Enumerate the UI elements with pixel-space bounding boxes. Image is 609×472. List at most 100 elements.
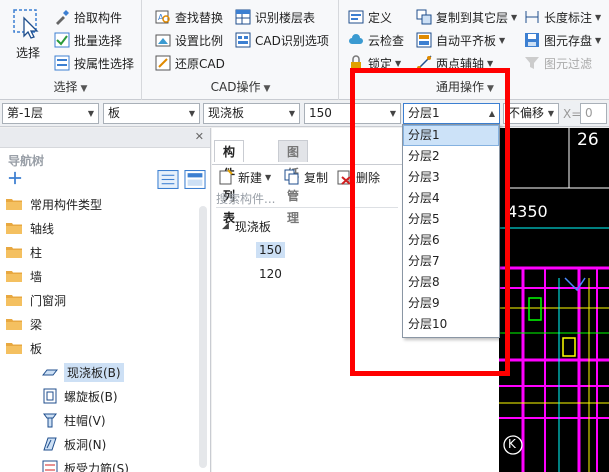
select-button[interactable]: 选择 [6, 6, 50, 72]
two-point-axis-button[interactable]: 两点辅轴 ▼ [416, 52, 493, 74]
nav-item[interactable]: 梁 [0, 312, 196, 336]
tab-drawing-management[interactable]: 图纸管理 [278, 140, 309, 225]
axis-icon [416, 55, 432, 71]
component-tree: ◢ 现浇板 150 120 [222, 214, 285, 286]
component-type-select[interactable]: 板 ▼ [103, 103, 200, 124]
nav-item[interactable]: 常用构件类型 [0, 192, 196, 216]
copy-to-other-layer-label: 复制到其它层 [436, 10, 509, 25]
folder-icon [6, 223, 22, 234]
lock-button[interactable]: 锁定 ▼ [348, 52, 401, 74]
tree-node-120[interactable]: 120 [222, 262, 285, 286]
layer-option[interactable]: 分层6 [403, 230, 499, 251]
tree-node-120-label: 120 [259, 267, 282, 281]
new-component-button[interactable]: 新建 ▼ [218, 166, 271, 188]
nav-sub-item[interactable]: 板洞(N) [0, 432, 196, 456]
restore-cad-button[interactable]: 还原CAD [155, 52, 225, 74]
folder-icon [6, 319, 22, 330]
layer-option[interactable]: 分层2 [403, 146, 499, 167]
chevron-down-icon: ▼ [389, 109, 396, 118]
floor-select[interactable]: 第-1层 ▼ [2, 103, 99, 124]
property-select-icon [54, 55, 70, 71]
chevron-down-icon: ▼ [487, 84, 494, 94]
nav-sub-item[interactable]: 螺旋板(B) [0, 384, 196, 408]
chevron-down-icon: ▼ [288, 109, 295, 118]
nav-sub-item[interactable]: 板受力筋(S) [0, 456, 196, 472]
nav-item-label: 柱 [30, 245, 43, 260]
element-filter-button[interactable]: 图元过滤 [524, 52, 592, 74]
element-save-button[interactable]: 图元存盘 ▼ [524, 29, 601, 51]
ribbon-group-cad: A 查找替换 设置比例 还原CAD 识别楼层表 CAD识别选项 CAD操作 ▼ [143, 0, 339, 100]
copy-icon [284, 169, 299, 185]
cad-options-icon [235, 32, 251, 48]
layer-option[interactable]: 分层9 [403, 293, 499, 314]
layer-option[interactable]: 分层5 [403, 209, 499, 230]
x-coordinate-input[interactable]: 0 [580, 103, 607, 124]
length-dimension-button[interactable]: 长度标注 ▼ [524, 6, 601, 28]
tree-node-150[interactable]: 150 [222, 238, 285, 262]
layer-option[interactable]: 分层4 [403, 188, 499, 209]
cloud-check-button[interactable]: 云检查 [348, 29, 404, 51]
nav-sub-item[interactable]: 柱帽(V) [0, 408, 196, 432]
folder-icon [6, 295, 22, 306]
auto-align-slab-label: 自动平齐板 [436, 33, 497, 48]
layer-option[interactable]: 分层3 [403, 167, 499, 188]
layer-option[interactable]: 分层7 [403, 251, 499, 272]
add-icon[interactable] [8, 171, 22, 185]
nav-item-label: 板 [30, 341, 43, 356]
nav-item[interactable]: 门窗洞 [0, 288, 196, 312]
chevron-up-icon: ▲ [488, 109, 495, 118]
pick-component-button[interactable]: 拾取构件 [54, 6, 122, 28]
nav-scrollbar[interactable] [199, 206, 207, 468]
batch-select-button[interactable]: 批量选择 [54, 29, 122, 51]
select-button-label: 选择 [15, 46, 40, 60]
set-scale-button[interactable]: 设置比例 [155, 29, 223, 51]
chevron-down-icon: ▼ [499, 35, 506, 45]
cad-identify-options-button[interactable]: CAD识别选项 [235, 29, 329, 51]
component-search-input[interactable]: 搜索构件... [216, 190, 398, 208]
layer-select[interactable]: 分层1 ▲ [403, 103, 500, 124]
identify-floor-table-button[interactable]: 识别楼层表 [235, 6, 315, 28]
select-by-property-button[interactable]: 按属性选择 [54, 52, 134, 74]
tab-component-list[interactable]: 构件列表 [214, 140, 245, 225]
nav-item[interactable]: 柱 [0, 240, 196, 264]
panel-view-icon[interactable] [184, 170, 206, 189]
nav-item-label: 门窗洞 [30, 293, 67, 308]
navigation-toolbar [0, 168, 210, 192]
nav-item[interactable]: 轴线 [0, 216, 196, 240]
component-name-select[interactable]: 150 ▼ [304, 103, 401, 124]
nav-sub-item-label: 螺旋板(B) [64, 389, 118, 404]
nav-sub-item[interactable]: 现浇板(B) [0, 360, 196, 384]
cursor-icon [13, 9, 39, 39]
collapse-triangle-icon[interactable]: ◢ [222, 221, 229, 231]
nav-item-label: 常用构件类型 [30, 197, 103, 212]
chevron-down-icon: ▼ [265, 172, 272, 182]
copy-component-button[interactable]: 复制 [284, 166, 328, 188]
component-subtype-select[interactable]: 现浇板 ▼ [203, 103, 300, 124]
layer-option[interactable]: 分层10 [403, 314, 499, 335]
nav-item[interactable]: 墙 [0, 264, 196, 288]
find-replace-button[interactable]: A 查找替换 [155, 6, 223, 28]
nav-sub-item-label: 柱帽(V) [64, 413, 106, 428]
nav-item[interactable]: 板 [0, 336, 196, 360]
selector-toolbar: 第-1层 ▼ 板 ▼ 现浇板 ▼ 150 ▼ 分层1 ▲ 不偏移 ▼ X= 0 [0, 101, 609, 127]
offset-select[interactable]: 不偏移 ▼ [503, 103, 559, 124]
close-icon[interactable]: ✕ [195, 130, 204, 143]
new-component-label: 新建 [238, 170, 263, 185]
delete-component-button[interactable]: 删除 [336, 166, 380, 188]
chevron-down-icon: ▼ [188, 109, 195, 118]
layer-option[interactable]: 分层1 [403, 125, 499, 146]
chevron-down-icon: ▼ [547, 109, 554, 118]
folder-icon [6, 271, 22, 282]
two-point-axis-label: 两点辅轴 [436, 56, 485, 71]
folder-icon [6, 247, 22, 258]
cad-drawing-canvas[interactable]: 26 4350 K [499, 128, 609, 472]
tree-node-root[interactable]: ◢ 现浇板 [222, 214, 285, 238]
list-view-icon[interactable] [157, 170, 179, 189]
copy-to-other-layer-button[interactable]: 复制到其它层 ▼ [416, 6, 517, 28]
select-by-property-label: 按属性选择 [74, 56, 135, 71]
layer-option[interactable]: 分层8 [403, 272, 499, 293]
auto-align-slab-button[interactable]: 自动平齐板 ▼ [416, 29, 505, 51]
define-button[interactable]: 定义 [348, 6, 392, 28]
pick-component-label: 拾取构件 [74, 10, 123, 25]
nav-item-label: 梁 [30, 317, 43, 332]
